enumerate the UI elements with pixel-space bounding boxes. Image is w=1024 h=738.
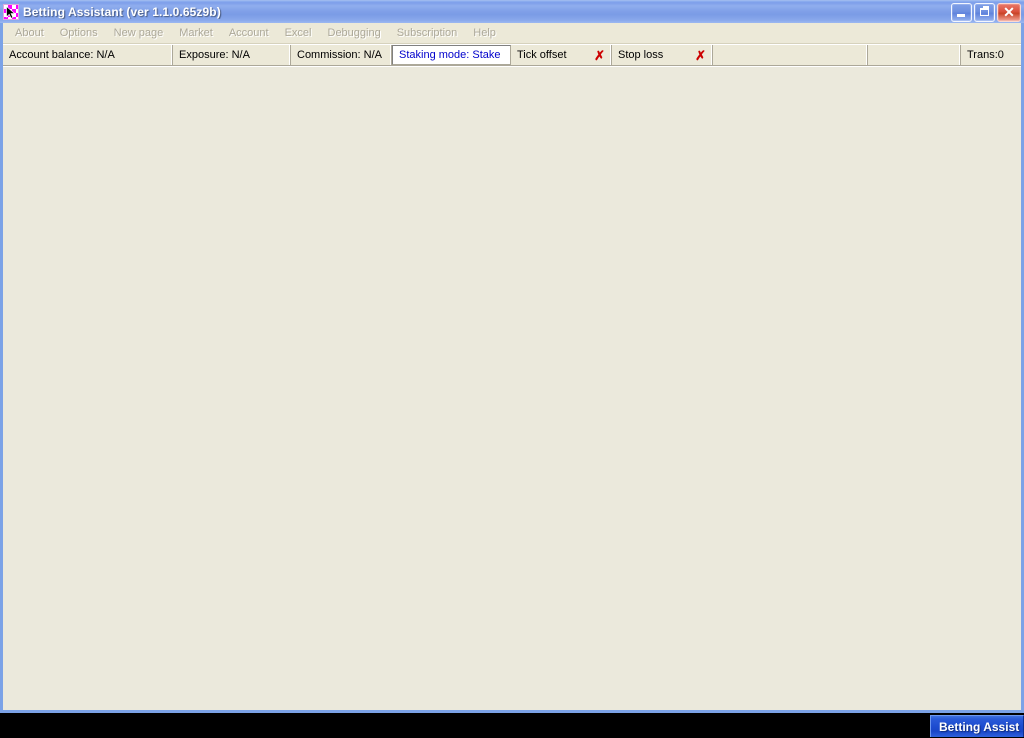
status-staking-mode[interactable]: Staking mode: Stake [392,45,511,65]
status-account-balance: Account balance: N/A [3,45,173,65]
restore-icon [980,7,989,16]
menu-item-debugging[interactable]: Debugging [320,25,389,42]
cursor-arrow-icon [6,6,16,19]
titlebar[interactable]: Betting Assistant (ver 1.1.0.65z9b) ✕ [0,0,1024,23]
app-checkered-cursor-icon [3,4,19,20]
status-stop-loss[interactable]: Stop loss ✗ [612,45,713,65]
window-controls: ✕ [951,2,1021,22]
window-title: Betting Assistant (ver 1.1.0.65z9b) [23,5,221,19]
stop-loss-disabled-icon[interactable]: ✗ [695,49,706,62]
minimize-icon [957,13,965,17]
close-button[interactable]: ✕ [997,2,1021,22]
menubar: About Options New page Market Account Ex… [3,23,1021,44]
menu-item-market[interactable]: Market [171,25,221,42]
menu-item-options[interactable]: Options [52,25,106,42]
minimize-button[interactable] [951,2,972,22]
taskbar-empty-area [0,714,930,738]
close-icon: ✕ [1003,4,1015,20]
status-bar: Account balance: N/A Exposure: N/A Commi… [3,44,1021,66]
stop-loss-label: Stop loss [618,49,664,61]
tick-offset-label: Tick offset [517,49,567,61]
client-area [3,66,1021,710]
status-transactions: Trans:0 [967,49,1004,61]
taskbar-button-betting-assistant[interactable]: Betting Assist [930,715,1024,737]
status-empty-panel-2 [868,45,961,65]
status-exposure: Exposure: N/A [173,45,291,65]
status-tick-offset[interactable]: Tick offset ✗ [511,45,612,65]
menu-item-help[interactable]: Help [465,25,504,42]
application-window: Betting Assistant (ver 1.1.0.65z9b) ✕ Ab… [0,0,1024,713]
menu-item-excel[interactable]: Excel [277,25,320,42]
status-commission: Commission: N/A [291,45,392,65]
desktop-taskbar: Betting Assist [0,714,1024,738]
menu-item-subscription[interactable]: Subscription [389,25,466,42]
menu-item-account[interactable]: Account [221,25,277,42]
menu-item-about[interactable]: About [7,25,52,42]
status-empty-panel-1 [713,45,868,65]
menu-item-new-page[interactable]: New page [106,25,172,42]
tick-offset-disabled-icon[interactable]: ✗ [594,49,605,62]
restore-button[interactable] [974,2,995,22]
